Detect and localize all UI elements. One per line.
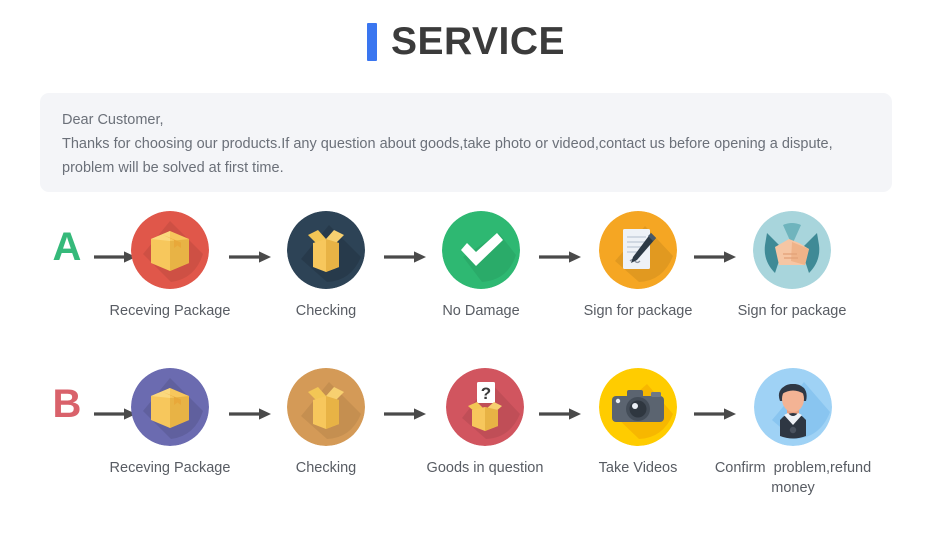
flow-step-a1[interactable]: Receving Package bbox=[90, 211, 250, 321]
package-box-icon bbox=[131, 211, 209, 289]
flow-step-label: Sign for package bbox=[583, 303, 693, 319]
flow-step-a5[interactable]: Sign for package bbox=[712, 211, 872, 321]
flow-step-label: No Damage bbox=[442, 303, 520, 319]
flow-step-label: Goods in question bbox=[426, 460, 544, 476]
page-title-text: SERVICE bbox=[390, 20, 565, 63]
notice-line-3: problem will be solved at first time. bbox=[62, 160, 284, 176]
flow-step-b1[interactable]: Receving Package bbox=[90, 368, 250, 478]
title-accent-bar bbox=[366, 22, 377, 61]
flow-step-label: Receving Package bbox=[109, 303, 231, 319]
service-info-page: SERVICE Dear Customer, Thanks for choosi… bbox=[0, 0, 932, 550]
notice-line-1: Dear Customer, bbox=[62, 112, 164, 128]
open-box-icon bbox=[287, 211, 365, 289]
question-box-icon: ? bbox=[446, 368, 524, 446]
flow-step-label: Checking bbox=[295, 303, 357, 319]
document-pen-icon bbox=[599, 211, 677, 289]
flow-step-b5[interactable]: Confirm problem,refund money bbox=[713, 368, 873, 498]
flow-step-label: Checking bbox=[295, 460, 357, 476]
flow-row-a: A Receving Package Checking No Damage Si… bbox=[0, 205, 932, 340]
flow-step-a4[interactable]: Sign for package bbox=[558, 211, 718, 321]
flow-step-label: Take Videos bbox=[598, 460, 678, 476]
flow-step-label: Confirm problem,refund money bbox=[714, 460, 876, 496]
camera-icon bbox=[599, 368, 677, 446]
customer-notice-box: Dear Customer, Thanks for choosing our p… bbox=[40, 93, 892, 192]
flow-step-a3[interactable]: No Damage bbox=[401, 211, 561, 321]
flow-step-a2[interactable]: Checking bbox=[246, 211, 406, 321]
flow-step-b4[interactable]: Take Videos bbox=[558, 368, 718, 478]
flow-step-label: Sign for package bbox=[737, 303, 847, 319]
svg-text:?: ? bbox=[481, 384, 491, 403]
page-title: SERVICE bbox=[0, 22, 932, 61]
person-avatar-icon bbox=[754, 368, 832, 446]
flow-step-label: Receving Package bbox=[109, 460, 231, 476]
package-box-icon bbox=[131, 368, 209, 446]
notice-line-2: Thanks for choosing our products.If any … bbox=[62, 136, 833, 152]
handshake-icon bbox=[753, 211, 831, 289]
check-mark-icon bbox=[442, 211, 520, 289]
open-box-icon bbox=[287, 368, 365, 446]
flow-row-b: B Receving Package Checking ? Goods in q… bbox=[0, 362, 932, 497]
row-label-a: A bbox=[52, 225, 82, 269]
flow-step-b2[interactable]: Checking bbox=[246, 368, 406, 478]
row-label-b: B bbox=[52, 382, 82, 426]
flow-step-b3[interactable]: ? Goods in question bbox=[405, 368, 565, 478]
